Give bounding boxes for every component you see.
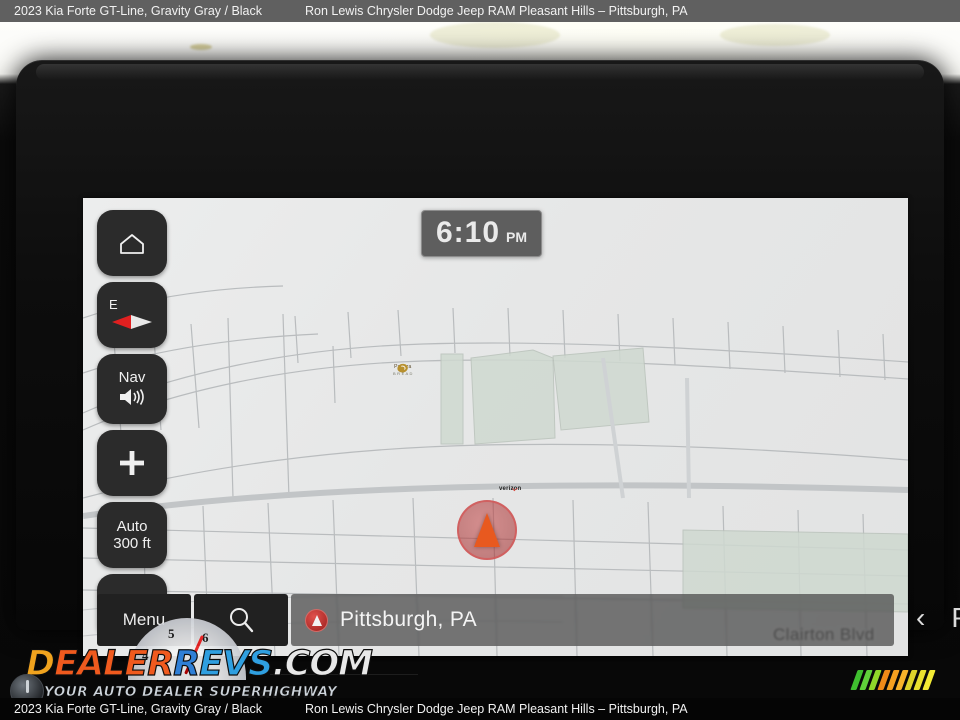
panera-logo-icon bbox=[397, 363, 408, 373]
map-canvas[interactable]: Panera B R E A D bbox=[83, 198, 908, 656]
watermark-r: R bbox=[173, 643, 201, 684]
nav-voice-button[interactable]: Nav bbox=[97, 354, 167, 424]
clock-ampm: PM bbox=[506, 229, 528, 245]
zoom-in-button[interactable] bbox=[97, 430, 167, 496]
clock-time: 6:10 bbox=[436, 216, 501, 249]
window-glare bbox=[190, 44, 212, 50]
partial-label: P bbox=[951, 602, 960, 634]
watermark-ealer: EALER bbox=[53, 643, 174, 684]
compass-needle-icon bbox=[112, 315, 152, 330]
side-hardware-controls: ‹ P bbox=[916, 602, 960, 634]
poi-panera[interactable]: Panera B R E A D bbox=[393, 363, 413, 376]
verizon-checkmark-icon bbox=[512, 488, 518, 492]
map-vector-layer bbox=[83, 285, 908, 656]
watermark-evs: EVS bbox=[199, 643, 274, 684]
vehicle-title-bottom: 2023 Kia Forte GT-Line, Gravity Gray / B… bbox=[14, 702, 263, 716]
vehicle-heading-arrow bbox=[474, 513, 500, 547]
location-pin-icon bbox=[305, 608, 328, 632]
dealer-name-bottom: Ron Lewis Chrysler Dodge Jeep RAM Pleasa… bbox=[305, 702, 688, 716]
home-button[interactable] bbox=[97, 210, 167, 276]
bezel-gloss bbox=[36, 64, 924, 80]
destination-field[interactable]: Pittsburgh, PA bbox=[291, 594, 894, 646]
gauge-tick: 5 bbox=[168, 626, 175, 641]
scale-auto-label: Auto bbox=[116, 517, 148, 535]
nav-label: Nav bbox=[118, 368, 146, 386]
watermark-title: DEALERREVS.COM bbox=[25, 643, 374, 684]
map-scale-button[interactable]: Auto 300 ft bbox=[97, 502, 167, 568]
bottom-caption-bar: 2023 Kia Forte GT-Line, Gravity Gray / B… bbox=[0, 698, 960, 720]
home-icon bbox=[120, 233, 144, 254]
navigation-screen[interactable]: Panera B R E A D bbox=[83, 198, 908, 656]
compass-direction-label: E bbox=[109, 296, 118, 312]
watermark-com: .COM bbox=[272, 643, 374, 684]
chevron-left-icon[interactable]: ‹ bbox=[916, 602, 925, 634]
vehicle-title: 2023 Kia Forte GT-Line, Gravity Gray / B… bbox=[14, 4, 263, 18]
map-control-rail: E Nav Auto 300 ft bbox=[97, 210, 167, 646]
window-glare bbox=[430, 22, 560, 48]
dealerrevs-watermark: 4 5 6 7 DEALERREVS.COM YOUR AUTO DEALER … bbox=[8, 618, 374, 708]
plus-icon bbox=[120, 451, 144, 475]
photo-background: Panera B R E A D bbox=[0, 22, 960, 698]
color-stripes bbox=[850, 670, 936, 690]
destination-label: Pittsburgh, PA bbox=[340, 608, 477, 631]
compass-button[interactable]: E bbox=[97, 282, 167, 348]
top-caption-bar: 2023 Kia Forte GT-Line, Gravity Gray / B… bbox=[0, 0, 960, 22]
scale-value-label: 300 ft bbox=[113, 534, 151, 552]
poi-verizon[interactable]: verizon bbox=[499, 486, 521, 492]
dealer-name: Ron Lewis Chrysler Dodge Jeep RAM Pleasa… bbox=[305, 4, 688, 18]
window-glare bbox=[720, 24, 830, 46]
vehicle-position-marker bbox=[457, 500, 517, 560]
head-unit-bezel: Panera B R E A D bbox=[16, 60, 960, 656]
clock-display: 6:10 PM bbox=[421, 210, 543, 257]
speaker-icon bbox=[120, 389, 144, 406]
